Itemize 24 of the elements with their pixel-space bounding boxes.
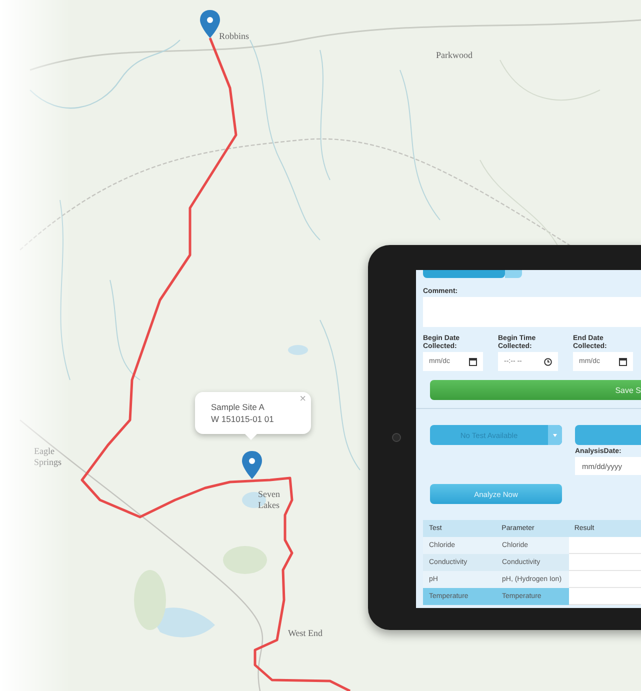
calendar-icon — [469, 358, 477, 366]
close-button[interactable]: × — [300, 394, 306, 405]
map-pin-icon[interactable] — [242, 451, 262, 479]
tab-button[interactable] — [505, 270, 522, 278]
place-label: Robbins — [219, 31, 250, 42]
tab-button[interactable] — [423, 270, 505, 278]
place-label: Seven Lakes — [258, 489, 281, 511]
action-button[interactable] — [575, 425, 641, 446]
table-cell — [569, 554, 641, 572]
save-button[interactable]: Save S — [430, 380, 641, 400]
clock-icon — [544, 358, 552, 366]
place-label: Eagle Springs — [34, 446, 63, 468]
home-button[interactable] — [392, 433, 401, 442]
table-cell — [569, 537, 641, 554]
table-cell — [569, 588, 641, 606]
map-pin-icon[interactable] — [200, 10, 220, 38]
calendar-icon — [619, 358, 627, 366]
table-cell — [569, 571, 641, 588]
place-label: West End — [288, 628, 324, 639]
comment-field[interactable] — [423, 297, 641, 327]
popup-subtitle: W 151015-01 01 — [211, 414, 275, 424]
place-label: Parkwood — [436, 50, 474, 61]
popup-title: Sample Site A — [211, 402, 266, 412]
caret-icon — [553, 434, 557, 438]
